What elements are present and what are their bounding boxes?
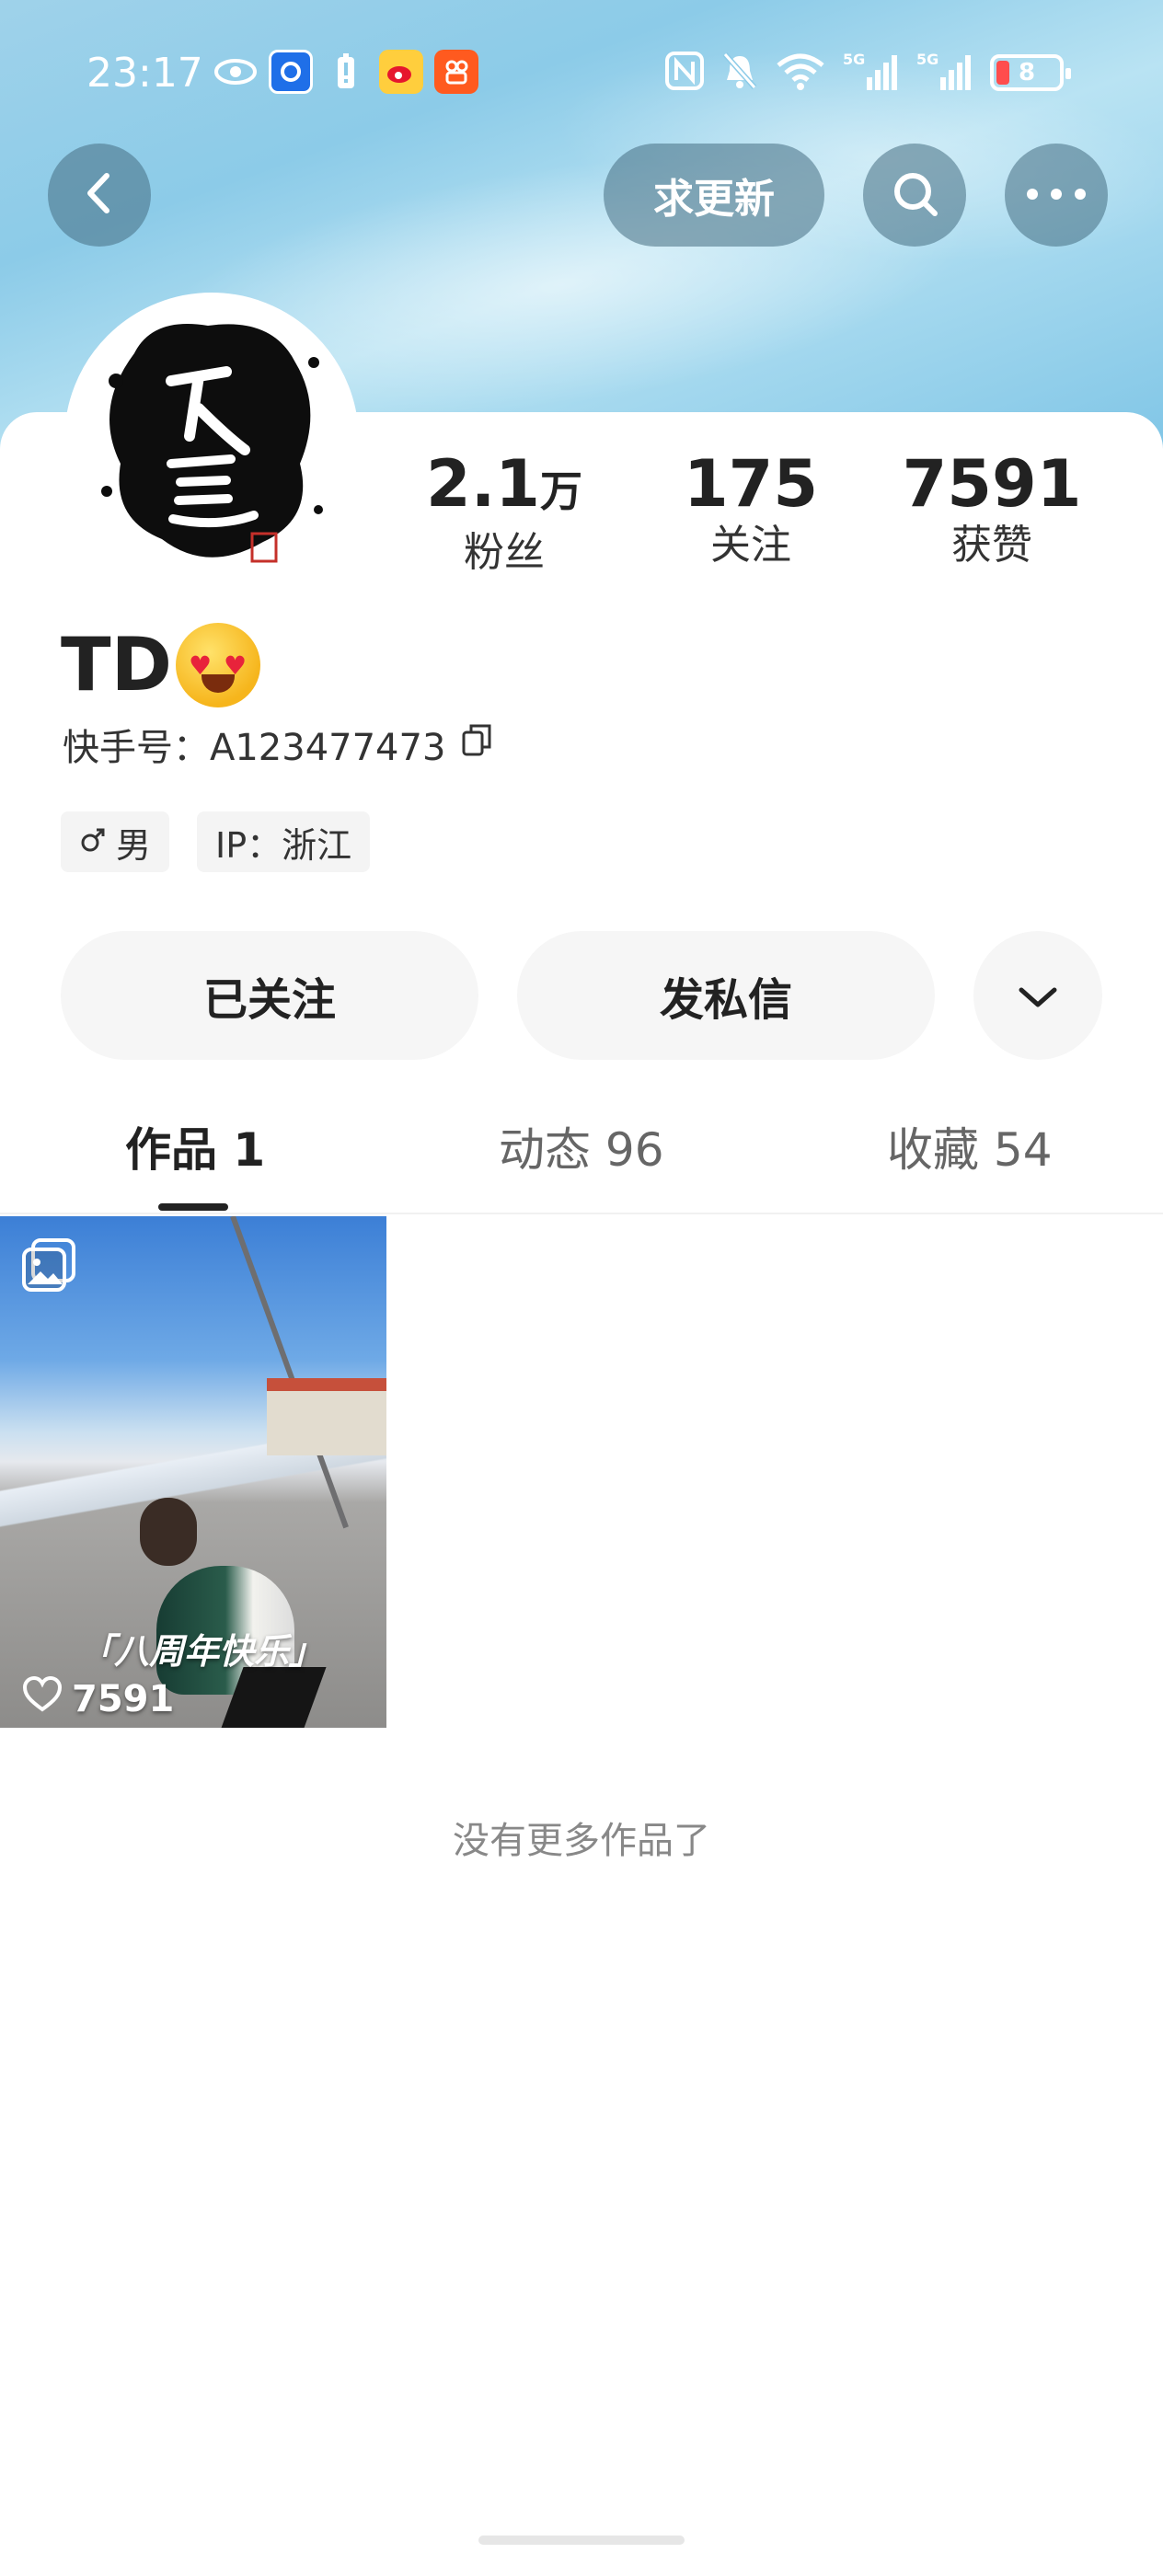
tab-works[interactable]: 作品 1 bbox=[125, 1113, 265, 1179]
active-tab-indicator bbox=[158, 1203, 228, 1211]
expand-button[interactable] bbox=[973, 931, 1102, 1060]
chevron-down-icon bbox=[1018, 970, 1058, 1021]
no-more-works-text: 没有更多作品了 bbox=[453, 1820, 710, 1862]
status-time: 23:17 bbox=[86, 50, 203, 97]
alert-battery-icon bbox=[324, 50, 368, 94]
svg-text:5G: 5G bbox=[843, 51, 865, 68]
system-icons: 5G 5G 8 bbox=[664, 50, 1071, 96]
search-icon bbox=[889, 167, 940, 223]
chevron-left-icon bbox=[81, 170, 118, 220]
profile-name: TD ♥ ♥ bbox=[61, 622, 260, 707]
tab-favorites[interactable]: 收藏 54 bbox=[887, 1113, 1053, 1179]
signal-5g-icon-1: 5G bbox=[843, 50, 900, 96]
svg-text:5G: 5G bbox=[916, 51, 938, 68]
followers-label: 粉丝 bbox=[464, 529, 545, 576]
heart-eyes-emoji-icon: ♥ ♥ bbox=[175, 622, 260, 707]
avatar-ink-art bbox=[70, 298, 353, 581]
kuaishou-id: 快手号：A123477473 bbox=[63, 718, 493, 771]
gender-text: 男 bbox=[116, 824, 152, 866]
wifi-icon bbox=[775, 51, 826, 95]
likes-count: 7591 bbox=[902, 446, 1082, 522]
send-message-button[interactable]: 发私信 bbox=[517, 931, 935, 1060]
ip-tag: IP：浙江 bbox=[197, 811, 371, 872]
tab-moments[interactable]: 动态 96 bbox=[499, 1113, 664, 1179]
stat-followers[interactable]: 2.1万 粉丝 bbox=[412, 447, 596, 578]
back-button[interactable] bbox=[48, 144, 151, 247]
battery-indicator: 8 bbox=[990, 54, 1071, 91]
weibo-app-icon bbox=[379, 50, 423, 94]
notification-icons bbox=[213, 50, 478, 94]
mute-bell-icon bbox=[721, 51, 758, 95]
gender-tag: 男 bbox=[61, 811, 170, 872]
stat-likes[interactable]: 7591 获赞 bbox=[900, 447, 1084, 570]
request-update-button[interactable]: 求更新 bbox=[604, 144, 824, 247]
nfc-icon bbox=[664, 51, 705, 95]
battery-level: 8 bbox=[1018, 59, 1036, 86]
following-label: 关注 bbox=[710, 522, 791, 569]
heart-icon bbox=[22, 1675, 63, 1722]
avatar[interactable] bbox=[64, 293, 359, 587]
tab-divider bbox=[0, 1213, 1163, 1214]
browser-app-icon bbox=[269, 50, 313, 94]
home-indicator[interactable] bbox=[478, 2536, 685, 2545]
work-tile[interactable]: 「八周年快乐」 7591 bbox=[0, 1216, 386, 1728]
followed-button[interactable]: 已关注 bbox=[61, 931, 478, 1060]
following-count: 175 bbox=[683, 446, 819, 522]
profile-name-text: TD bbox=[61, 622, 172, 707]
signal-5g-icon-2: 5G bbox=[916, 50, 973, 96]
male-symbol-icon bbox=[79, 822, 107, 862]
work-likes-count: 7591 bbox=[72, 1678, 175, 1720]
kuaishou-app-icon bbox=[434, 50, 478, 94]
status-bar: 23:17 5G 5G 8 bbox=[0, 42, 1163, 107]
photo-album-icon bbox=[20, 1238, 77, 1297]
work-likes: 7591 bbox=[22, 1675, 175, 1722]
search-button[interactable] bbox=[863, 144, 966, 247]
eye-icon bbox=[213, 50, 258, 94]
stat-following[interactable]: 175 关注 bbox=[659, 447, 843, 570]
kuaishou-id-text: 快手号：A123477473 bbox=[63, 727, 446, 769]
more-options-button[interactable] bbox=[1005, 144, 1108, 247]
likes-label: 获赞 bbox=[951, 522, 1032, 569]
followers-unit: 万 bbox=[540, 466, 582, 516]
more-dots-icon bbox=[1026, 187, 1087, 204]
work-caption: 「八周年快乐」 bbox=[79, 1631, 325, 1672]
copy-icon[interactable] bbox=[460, 721, 493, 767]
followers-count: 2.1 bbox=[425, 446, 540, 522]
